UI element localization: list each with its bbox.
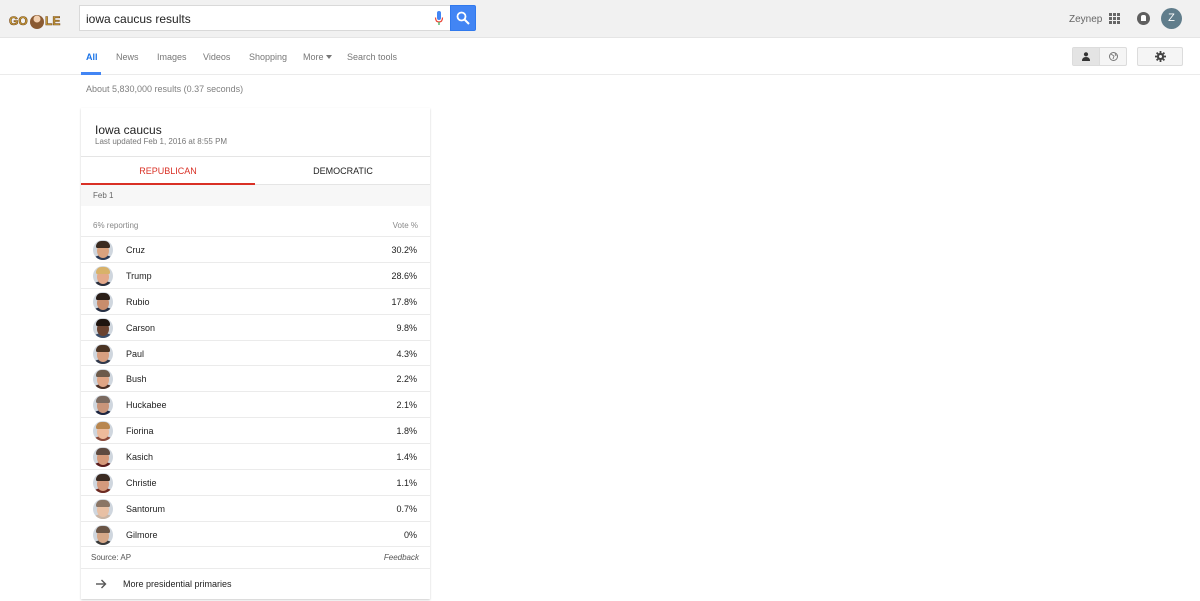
candidate-vote-percent: 17.8% <box>391 296 417 307</box>
google-doodle-logo[interactable]: GO LE <box>8 9 66 31</box>
tab-all[interactable]: All <box>86 52 98 62</box>
candidate-name: Carson <box>126 322 156 333</box>
settings-button[interactable] <box>1137 47 1183 66</box>
candidate-vote-percent: 1.4% <box>396 452 417 463</box>
candidate-row[interactable]: Cruz 30.2% <box>81 236 430 262</box>
candidate-row[interactable]: Kasich 1.4% <box>81 443 430 469</box>
candidate-photo <box>93 395 113 416</box>
candidate-vote-percent: 28.6% <box>391 270 417 281</box>
candidate-list: Cruz 30.2% Trump 28.6% Rubio 17.8% Carson 9.8% P… <box>81 236 430 547</box>
top-bar: GO LE iowa caucus results Zeynep Z <box>0 0 1200 38</box>
candidate-vote-percent: 2.2% <box>396 374 417 385</box>
candidate-name: Rubio <box>126 296 150 307</box>
last-updated: Last updated Feb 1, 2016 at 8:55 PM <box>95 137 228 146</box>
active-tab-indicator <box>81 72 101 75</box>
tab-images[interactable]: Images <box>157 52 187 62</box>
candidate-photo <box>93 343 113 364</box>
candidate-row[interactable]: Bush 2.2% <box>81 365 430 391</box>
arrow-right-icon <box>96 579 107 589</box>
candidate-photo <box>93 498 113 519</box>
search-input[interactable]: iowa caucus results <box>79 5 450 31</box>
more-primaries-label: More presidential primaries <box>123 579 232 589</box>
candidate-vote-percent: 0% <box>403 529 417 540</box>
candidate-vote-percent: 30.2% <box>391 245 417 255</box>
candidate-row[interactable]: Rubio 17.8% <box>81 287 430 314</box>
party-tabs: REPUBLICAN DEMOCRATIC <box>81 156 430 185</box>
person-icon <box>1082 52 1090 61</box>
candidate-vote-percent: 4.3% <box>396 348 417 359</box>
user-name[interactable]: Zeynep <box>1069 14 1102 25</box>
candidate-name: Christie <box>126 478 157 489</box>
candidate-photo <box>93 317 113 338</box>
globe-icon[interactable] <box>1109 52 1118 61</box>
candidate-name: Paul <box>126 348 145 359</box>
tab-shopping[interactable]: Shopping <box>249 52 287 62</box>
source-row: Source: AP Feedback <box>81 546 430 568</box>
reporting-status: 6% reporting <box>93 221 139 230</box>
candidate-name: Huckabee <box>126 400 167 411</box>
candidate-name: Santorum <box>126 503 166 514</box>
candidate-row[interactable]: Trump 28.6% <box>81 261 430 288</box>
avatar[interactable]: Z <box>1161 8 1182 29</box>
candidate-photo <box>93 473 113 494</box>
candidate-vote-percent: 2.1% <box>396 400 417 411</box>
search-query-text: iowa caucus results <box>86 12 191 26</box>
card-title: Iowa caucus <box>95 123 162 137</box>
tab-more-label: More <box>303 52 324 62</box>
candidate-photo <box>93 524 113 545</box>
candidate-photo <box>93 421 113 442</box>
candidate-row[interactable]: Gilmore 0% <box>81 520 430 547</box>
gear-icon <box>1155 51 1166 62</box>
candidate-photo <box>93 240 113 260</box>
candidate-row[interactable]: Fiorina 1.8% <box>81 417 430 443</box>
candidate-row[interactable]: Santorum 0.7% <box>81 494 430 521</box>
candidate-row[interactable]: Christie 1.1% <box>81 469 430 495</box>
vote-percent-header: Vote % <box>392 221 418 230</box>
candidate-name: Trump <box>126 270 152 281</box>
more-primaries-link[interactable]: More presidential primaries <box>81 568 430 599</box>
svg-text:LE: LE <box>45 14 60 28</box>
date-bar: Feb 1 <box>81 185 430 206</box>
candidate-vote-percent: 9.8% <box>396 322 417 333</box>
candidate-name: Gilmore <box>126 529 158 540</box>
source-label: Source: AP <box>91 553 132 562</box>
candidate-vote-percent: 1.8% <box>396 426 417 437</box>
candidate-name: Fiorina <box>126 426 154 437</box>
personal-results-button[interactable] <box>1073 48 1100 65</box>
caret-down-icon <box>325 55 332 59</box>
candidate-photo <box>93 447 113 468</box>
svg-text:GO: GO <box>9 14 28 28</box>
candidate-name: Bush <box>126 374 147 385</box>
tab-search-tools[interactable]: Search tools <box>347 52 397 62</box>
candidate-row[interactable]: Paul 4.3% <box>81 339 430 366</box>
tab-more[interactable]: More <box>303 52 332 62</box>
candidate-name: Cruz <box>126 245 146 255</box>
tab-democratic[interactable]: DEMOCRATIC <box>256 157 430 185</box>
feedback-link[interactable]: Feedback <box>384 553 419 562</box>
candidate-name: Kasich <box>126 452 154 463</box>
search-button[interactable] <box>450 5 476 31</box>
candidate-vote-percent: 0.7% <box>396 503 417 514</box>
tab-videos[interactable]: Videos <box>203 52 230 62</box>
personal-results-toggle[interactable] <box>1072 47 1127 66</box>
apps-grid-icon[interactable] <box>1109 13 1120 24</box>
candidate-photo <box>93 369 113 390</box>
candidate-vote-percent: 1.1% <box>396 478 417 489</box>
microphone-icon[interactable] <box>434 11 444 26</box>
candidate-photo <box>93 291 113 312</box>
result-stats: About 5,830,000 results (0.37 seconds) <box>86 84 244 94</box>
tab-news[interactable]: News <box>116 52 139 62</box>
candidate-row[interactable]: Huckabee 2.1% <box>81 391 430 417</box>
search-tabs-bar: All News Images Videos Shopping More Sea… <box>0 38 1200 75</box>
tab-republican[interactable]: REPUBLICAN <box>81 157 255 185</box>
search-icon <box>456 11 470 25</box>
notifications-icon[interactable] <box>1137 12 1150 25</box>
candidate-photo <box>93 265 113 286</box>
candidate-row[interactable]: Carson 9.8% <box>81 313 430 340</box>
caucus-date[interactable]: Feb 1 <box>93 191 113 200</box>
election-results-card: Iowa caucus Last updated Feb 1, 2016 at … <box>81 108 430 599</box>
